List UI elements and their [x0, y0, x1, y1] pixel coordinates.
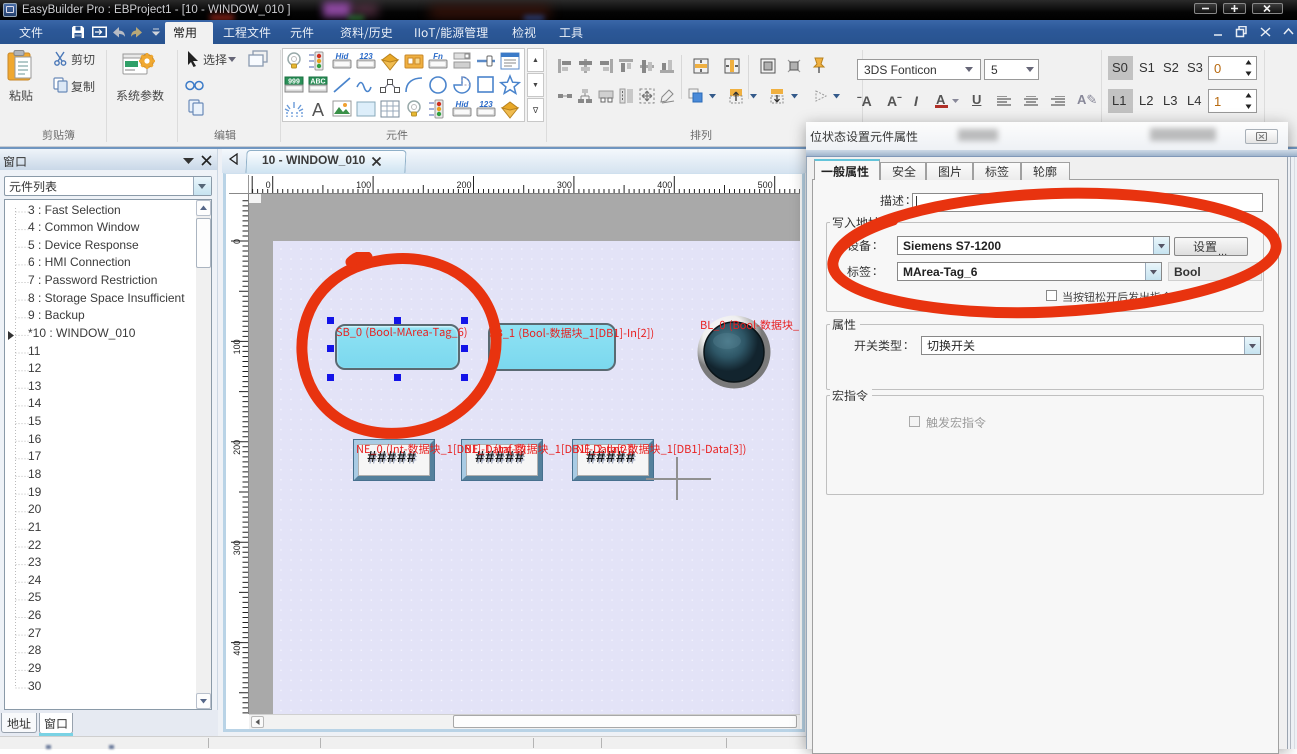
svg-text:300: 300 — [557, 180, 572, 190]
svg-text:400: 400 — [657, 180, 672, 190]
svg-text:A: A — [312, 100, 324, 120]
svg-text:0: 0 — [266, 180, 271, 190]
svg-text:300: 300 — [232, 540, 242, 555]
svg-text:ABC: ABC — [310, 79, 325, 86]
svg-text:200: 200 — [232, 440, 242, 455]
svg-text:100: 100 — [356, 180, 371, 190]
svg-text:100: 100 — [232, 339, 242, 354]
svg-text:999: 999 — [288, 79, 300, 86]
svg-text:0: 0 — [232, 239, 242, 244]
svg-text:500: 500 — [758, 180, 773, 190]
svg-text:400: 400 — [232, 641, 242, 656]
svg-text:200: 200 — [456, 180, 471, 190]
